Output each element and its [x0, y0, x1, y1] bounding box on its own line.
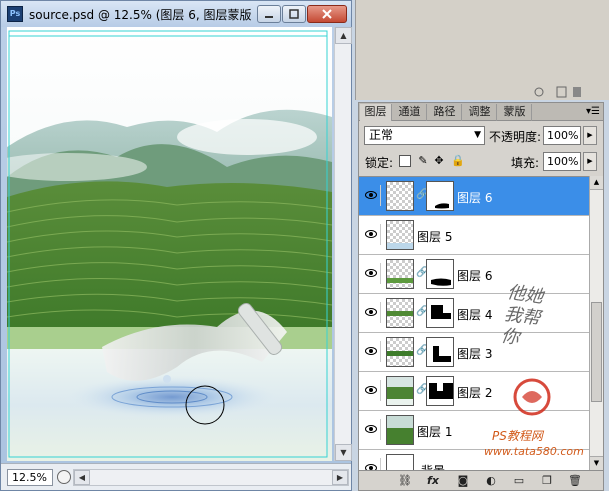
opacity-slider-button[interactable]: ▶ — [583, 126, 597, 145]
blend-mode-value: 正常 — [369, 128, 394, 142]
scroll-down-icon[interactable]: ▼ — [590, 456, 603, 470]
layer-name: 图层 3 — [457, 347, 493, 361]
layer-row[interactable]: 🔗 图层 2 — [359, 372, 589, 411]
trash-icon[interactable]: 🗑 — [567, 474, 583, 488]
layers-panel: 图层 通道 路径 调整 蒙版 ▾☰ 正常 ▼ 不透明度: 100% ▶ 锁定: … — [358, 102, 604, 491]
photoshop-workspace: Ps source.psd @ 12.5% (图层 6, 图层蒙版/... ▲ … — [0, 0, 609, 491]
folder-icon[interactable]: ▭ — [511, 474, 527, 488]
layer-mask-thumbnail[interactable] — [426, 298, 454, 328]
scroll-up-icon[interactable]: ▲ — [590, 176, 603, 190]
tab-masks[interactable]: 蒙版 — [498, 104, 532, 121]
layer-mask-thumbnail[interactable] — [426, 259, 454, 289]
layer-row[interactable]: 🔗 图层 6 — [359, 177, 589, 216]
layers-scrollbar[interactable]: ▲ ▼ — [589, 176, 603, 470]
adjustment-icon[interactable]: ◐ — [483, 474, 499, 488]
lock-transparency-icon[interactable] — [399, 155, 411, 167]
layer-thumbnail — [386, 298, 414, 328]
layer-row[interactable]: 🔗 图层 4 — [359, 294, 589, 333]
layer-name: 图层 6 — [457, 269, 493, 283]
tab-layers[interactable]: 图层 — [360, 104, 392, 121]
scroll-down-icon[interactable]: ▼ — [335, 444, 352, 461]
blend-row: 正常 ▼ 不透明度: 100% ▶ — [361, 125, 601, 147]
layer-name: 图层 4 — [457, 308, 493, 322]
visibility-eye-icon[interactable] — [361, 263, 381, 284]
mask-icon[interactable]: ◙ — [455, 474, 471, 488]
blend-mode-select[interactable]: 正常 ▼ — [364, 126, 485, 145]
visibility-eye-icon[interactable] — [361, 341, 381, 362]
fill-slider-button[interactable]: ▶ — [583, 152, 597, 171]
zoom-menu-icon[interactable] — [57, 470, 71, 484]
fill-label: 填充: — [511, 156, 540, 170]
visibility-eye-icon[interactable] — [361, 224, 381, 245]
layers-bottom-bar: ⛓ fx ◙ ◐ ▭ ❐ 🗑 — [359, 470, 603, 490]
tab-channels[interactable]: 通道 — [393, 104, 427, 121]
fill-field[interactable]: 100% — [543, 152, 581, 171]
minimize-icon — [265, 16, 273, 18]
visibility-eye-icon[interactable] — [361, 380, 381, 401]
zoom-level-field[interactable]: 12.5% — [7, 469, 53, 486]
layer-thumbnail — [386, 259, 414, 289]
scroll-right-icon[interactable]: ▶ — [332, 470, 348, 485]
layer-thumbnail — [386, 337, 414, 367]
panel-tabs: 图层 通道 路径 调整 蒙版 ▾☰ — [359, 103, 603, 121]
scroll-up-icon[interactable]: ▲ — [335, 27, 352, 44]
lock-pixels-icon[interactable]: ✎ — [417, 155, 429, 167]
visibility-eye-icon[interactable] — [361, 185, 381, 206]
document-canvas[interactable] — [7, 27, 332, 461]
layer-row[interactable]: 🔗 图层 3 — [359, 333, 589, 372]
visibility-eye-icon[interactable] — [361, 458, 381, 470]
layer-name: 图层 1 — [417, 425, 453, 439]
tab-adjustments[interactable]: 调整 — [463, 104, 497, 121]
maximize-button[interactable] — [282, 5, 306, 23]
lock-label: 锁定: — [365, 156, 394, 170]
document-vertical-scrollbar[interactable]: ▲ ▼ — [334, 27, 352, 461]
opacity-field[interactable]: 100% — [543, 126, 581, 145]
layer-row[interactable]: 🔗 图层 6 — [359, 255, 589, 294]
maximize-icon — [289, 9, 299, 19]
layer-mask-thumbnail[interactable] — [426, 376, 454, 406]
layer-row[interactable]: 图层 1 — [359, 411, 589, 450]
photoshop-app-icon: Ps — [7, 6, 23, 22]
close-button[interactable] — [307, 5, 347, 23]
lock-position-icon[interactable]: ✥ — [433, 155, 445, 167]
layer-name: 图层 5 — [417, 230, 453, 244]
lock-row: 锁定: ✎ ✥ 🔒 填充: 100% ▶ — [361, 151, 601, 171]
scrollbar-thumb[interactable] — [591, 302, 602, 402]
close-icon — [322, 9, 332, 19]
scroll-left-icon[interactable]: ◀ — [74, 470, 90, 485]
document-title: source.psd @ 12.5% (图层 6, 图层蒙版/... — [29, 8, 251, 22]
layer-mask-thumbnail[interactable] — [426, 181, 454, 211]
lock-all-icon[interactable]: 🔒 — [451, 155, 465, 167]
layer-thumbnail — [386, 376, 414, 406]
layer-thumbnail — [386, 181, 414, 211]
document-titlebar[interactable]: Ps source.psd @ 12.5% (图层 6, 图层蒙版/... — [1, 1, 351, 27]
tab-paths[interactable]: 路径 — [428, 104, 462, 121]
visibility-eye-icon[interactable] — [361, 419, 381, 440]
canvas-artwork — [7, 27, 332, 461]
chevron-down-icon: ▼ — [474, 130, 481, 140]
layer-row[interactable]: 背景 — [359, 450, 589, 470]
layers-list: 🔗 图层 6 图层 5 🔗 图层 6 🔗 图层 4 🔗 图层 3 🔗 图层 2 … — [359, 176, 589, 470]
layer-name: 背景 — [421, 462, 445, 470]
new-layer-icon[interactable]: ❐ — [539, 474, 555, 488]
minimize-button[interactable] — [257, 5, 281, 23]
document-horizontal-scrollbar[interactable]: ◀ ▶ — [73, 469, 349, 486]
layer-thumbnail — [386, 415, 414, 445]
layer-thumbnail — [386, 220, 414, 250]
visibility-eye-icon[interactable] — [361, 302, 381, 323]
upper-panel-icons — [355, 84, 609, 100]
fx-icon[interactable]: fx — [425, 474, 441, 488]
opacity-label: 不透明度: — [489, 130, 542, 144]
document-statusbar: 12.5% ◀ ▶ — [1, 463, 351, 490]
layer-mask-thumbnail[interactable] — [426, 337, 454, 367]
layer-name: 图层 6 — [457, 191, 493, 205]
layer-thumbnail — [386, 454, 414, 470]
layer-row[interactable]: 图层 5 — [359, 216, 589, 255]
document-window: Ps source.psd @ 12.5% (图层 6, 图层蒙版/... ▲ … — [0, 0, 352, 491]
layer-name: 图层 2 — [457, 386, 493, 400]
panel-menu-icon[interactable]: ▾☰ — [586, 106, 600, 117]
link-icon[interactable]: ⛓ — [397, 474, 413, 488]
